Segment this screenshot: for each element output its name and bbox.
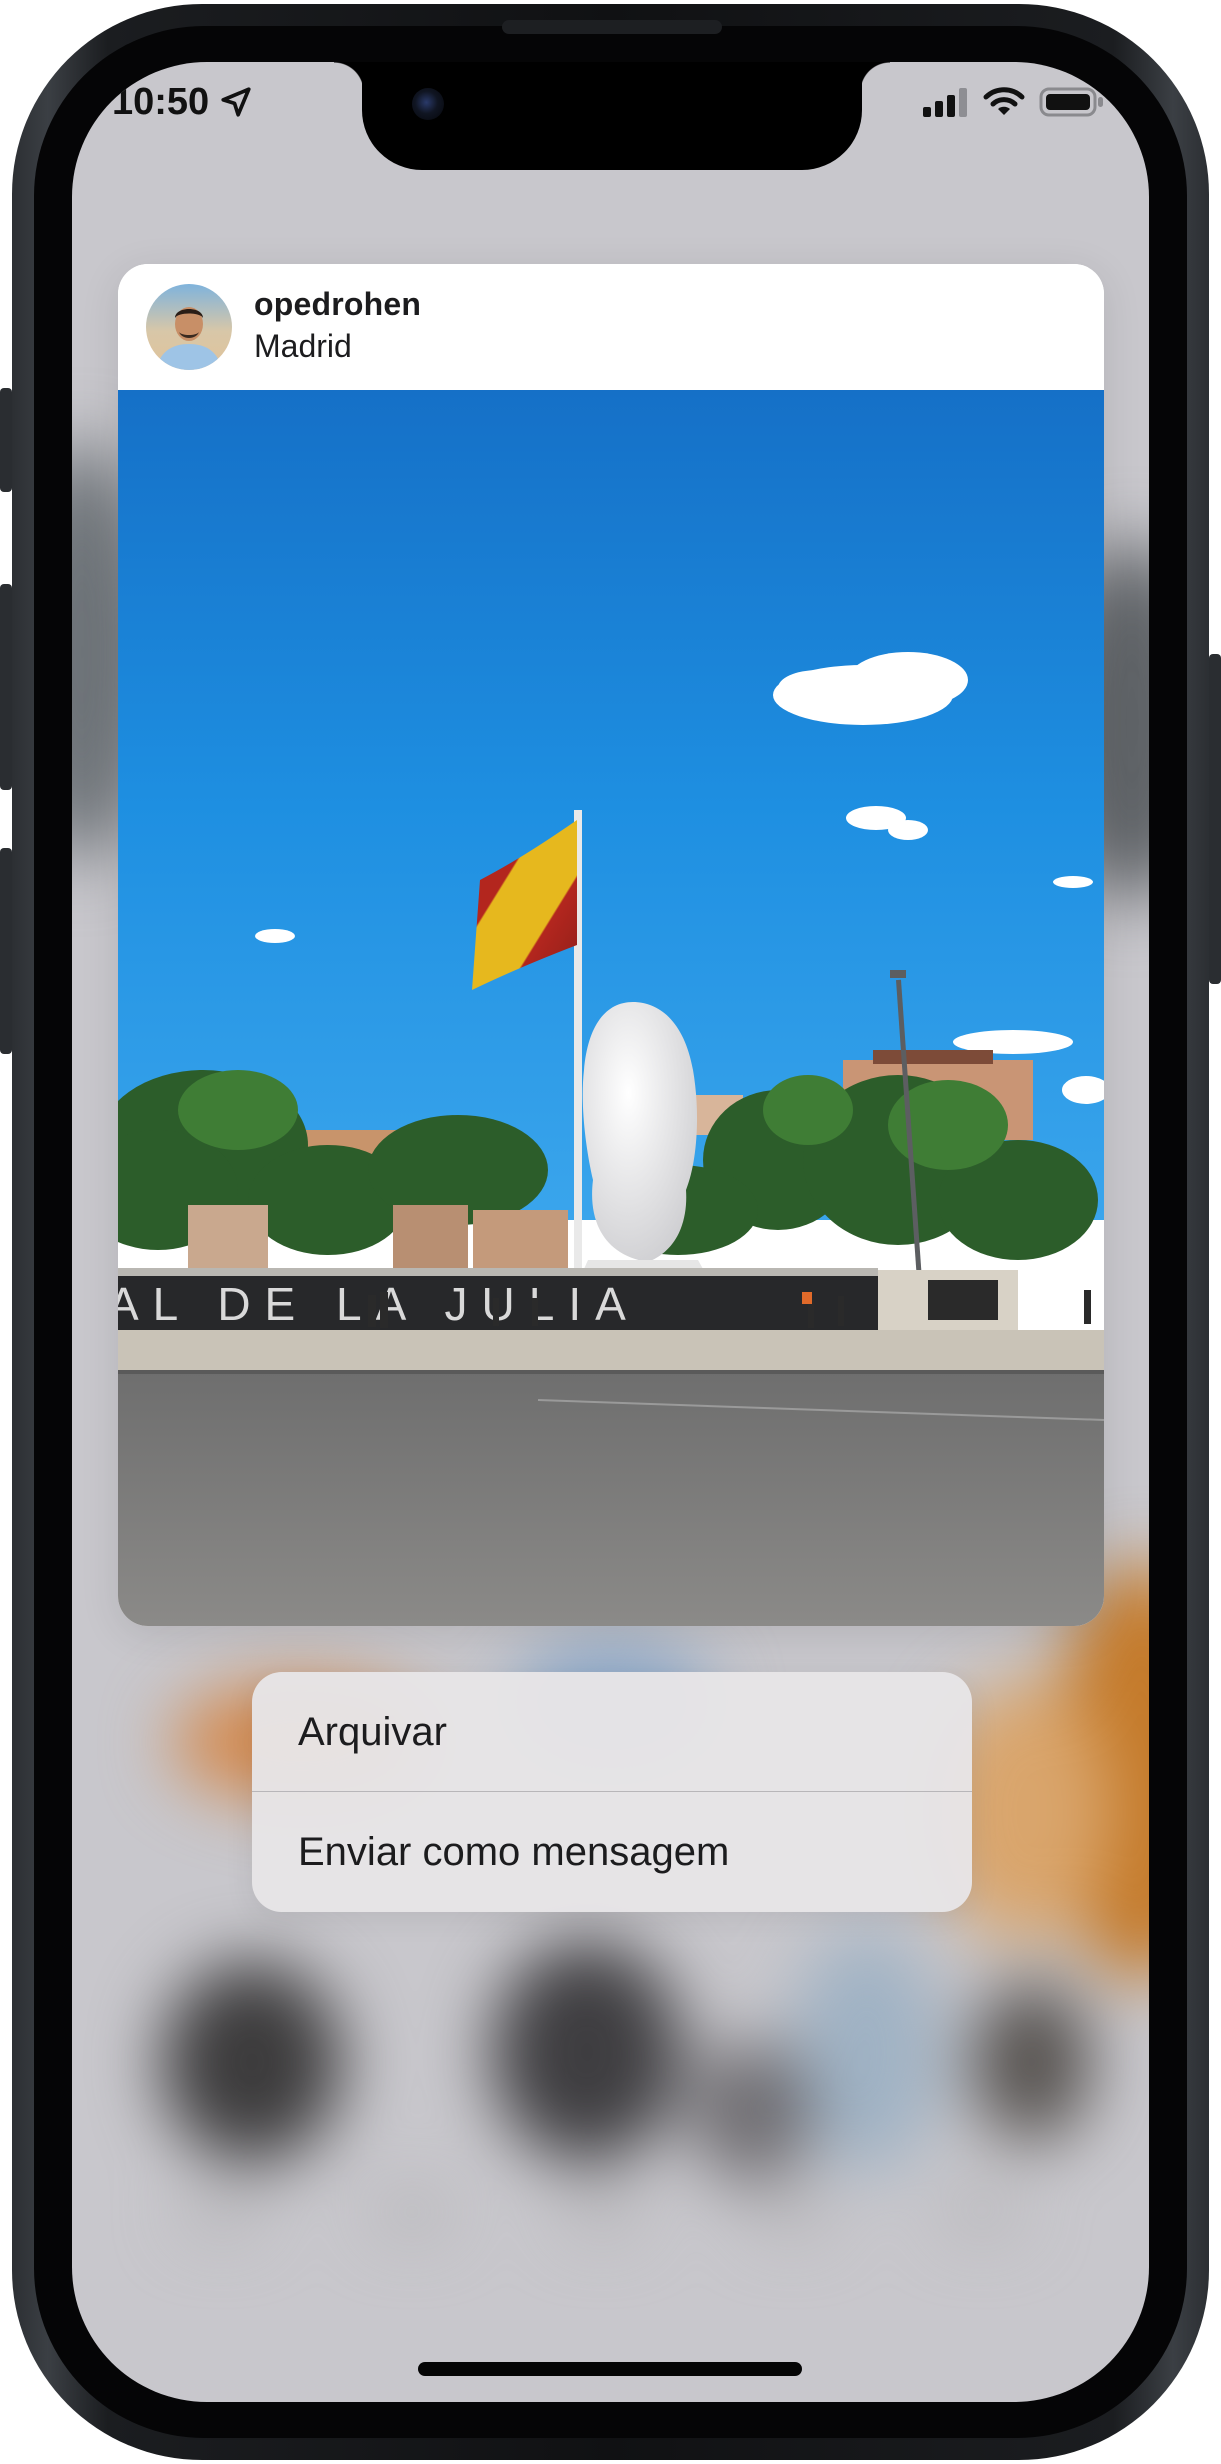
menu-item-send-as-message[interactable]: Enviar como mensagem [252,1792,972,1912]
volume-up-button [0,584,12,790]
volume-down-button [0,848,12,1054]
wifi-icon [983,87,1025,115]
time-label: 10:50 [112,80,210,123]
menu-item-archive[interactable]: Arquivar [252,1672,972,1792]
username[interactable]: opedrohen [254,286,421,323]
notch-corner [334,62,364,92]
status-icons [923,74,1105,130]
avatar[interactable] [146,284,232,370]
profile-photo [146,284,232,370]
location-arrow-icon [221,87,251,117]
menu-item-label: Enviar como mensagem [298,1829,730,1874]
menu-item-label: Arquivar [298,1709,447,1754]
power-button [1209,654,1221,984]
action-button [0,388,12,492]
context-menu: Arquivar Enviar como mensagem [252,1672,972,1912]
post-photo: AL DE LA JULIA [118,390,1104,1626]
cellular-signal-icon [923,88,967,117]
earpiece-speaker [502,20,722,34]
status-time: 10:50 [112,72,253,132]
location-label[interactable]: Madrid [254,328,352,365]
screen: 10:50 opedrohen Madrid AL DE LA JULIA Ar… [72,62,1149,2402]
post-preview-card[interactable]: opedrohen Madrid AL DE LA JULIA [118,264,1104,1626]
battery-icon [1039,87,1103,117]
post-header: opedrohen Madrid [118,264,1104,390]
notch-corner [860,62,890,92]
svg-text:AL DE LA JULIA: AL DE LA JULIA [118,1278,640,1330]
home-indicator[interactable] [418,2362,802,2376]
front-camera [412,88,444,120]
